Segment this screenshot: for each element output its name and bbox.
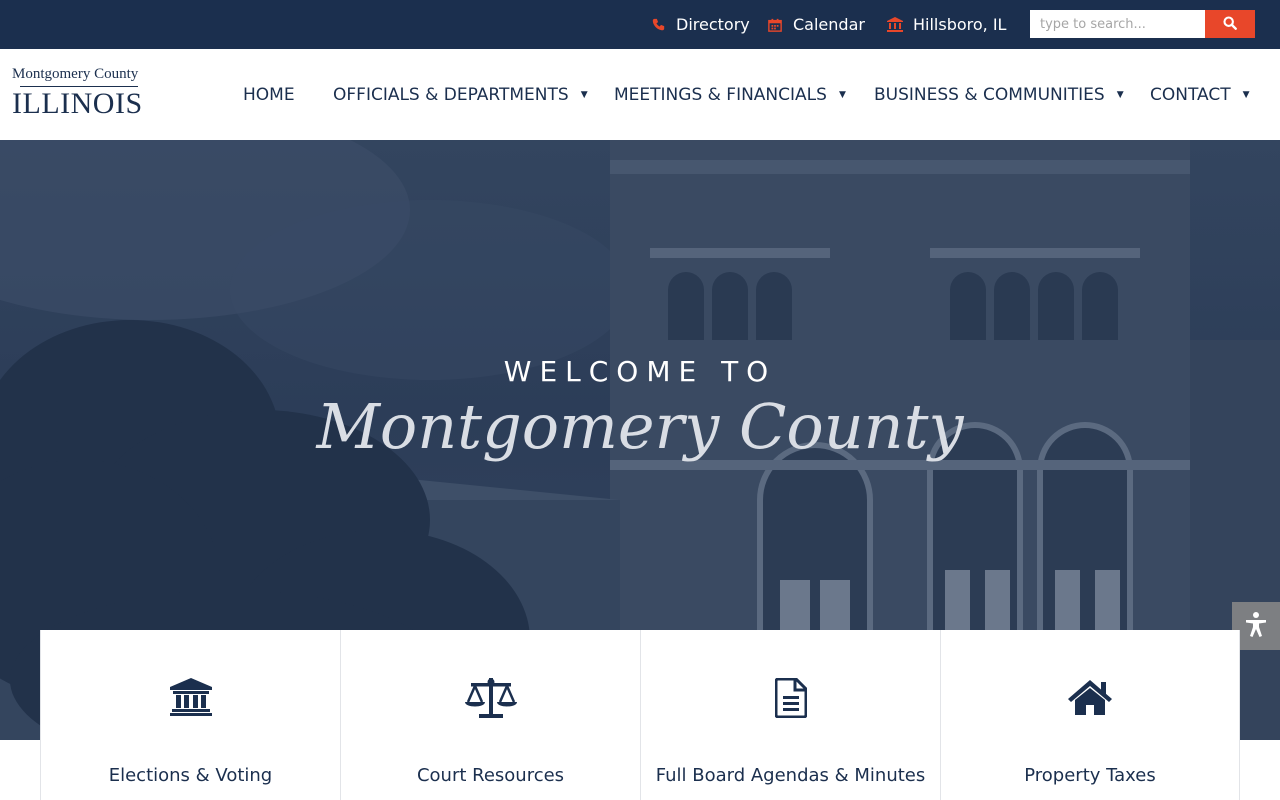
- scales-icon: [341, 678, 640, 720]
- calendar-link[interactable]: Calendar: [767, 0, 865, 49]
- search-button[interactable]: [1205, 10, 1255, 38]
- caret-down-icon: ▼: [1116, 89, 1124, 100]
- card-elections-voting[interactable]: Elections & Voting: [40, 630, 340, 800]
- nav-contact[interactable]: CONTACT ▼: [1150, 49, 1250, 140]
- card-property-taxes[interactable]: Property Taxes: [940, 630, 1240, 800]
- caret-down-icon: ▼: [1242, 89, 1250, 100]
- logo-state-name: ILLINOIS: [12, 87, 143, 120]
- institution-icon: [41, 678, 340, 720]
- card-court-resources[interactable]: Court Resources: [340, 630, 640, 800]
- utility-bar: Directory Calendar Hillsboro, IL: [0, 0, 1280, 49]
- nav-home-label: HOME: [243, 84, 295, 105]
- nav-officials-label: OFFICIALS & DEPARTMENTS: [333, 84, 569, 105]
- site-logo[interactable]: Montgomery County ILLINOIS: [12, 65, 157, 125]
- card-label: Property Taxes: [1024, 765, 1156, 786]
- location-link[interactable]: Hillsboro, IL: [887, 0, 1006, 49]
- document-icon: [641, 678, 940, 720]
- directory-label: Directory: [676, 15, 750, 34]
- hero-title: Montgomery County: [316, 390, 964, 463]
- accessibility-icon: [1242, 610, 1270, 643]
- calendar-label: Calendar: [793, 15, 865, 34]
- directory-link[interactable]: Directory: [650, 0, 750, 49]
- logo-county-name: Montgomery County: [12, 66, 139, 82]
- nav-meetings-label: MEETINGS & FINANCIALS: [614, 84, 827, 105]
- home-icon: [941, 678, 1239, 720]
- card-label: Full Board Agendas & Minutes: [655, 765, 926, 786]
- bank-icon: [887, 17, 903, 33]
- phone-icon: [650, 17, 666, 33]
- calendar-icon: [767, 17, 783, 33]
- hero-welcome-text: WELCOME TO: [503, 355, 777, 388]
- search-icon: [1223, 15, 1237, 33]
- nav-meetings-financials[interactable]: MEETINGS & FINANCIALS ▼: [614, 49, 846, 140]
- card-label: Court Resources: [416, 765, 565, 786]
- main-header: Montgomery County ILLINOIS HOME OFFICIAL…: [0, 49, 1280, 140]
- location-label: Hillsboro, IL: [913, 15, 1007, 34]
- nav-officials-departments[interactable]: OFFICIALS & DEPARTMENTS ▼: [333, 49, 588, 140]
- nav-home[interactable]: HOME: [243, 49, 295, 140]
- nav-business-communities[interactable]: BUSINESS & COMMUNITIES ▼: [874, 49, 1124, 140]
- nav-business-label: BUSINESS & COMMUNITIES: [874, 84, 1105, 105]
- card-label: Elections & Voting: [108, 765, 273, 786]
- caret-down-icon: ▼: [580, 89, 588, 100]
- card-board-agendas-minutes[interactable]: Full Board Agendas & Minutes: [640, 630, 940, 800]
- nav-contact-label: CONTACT: [1150, 84, 1231, 105]
- search-input[interactable]: [1030, 10, 1205, 38]
- caret-down-icon: ▼: [838, 89, 846, 100]
